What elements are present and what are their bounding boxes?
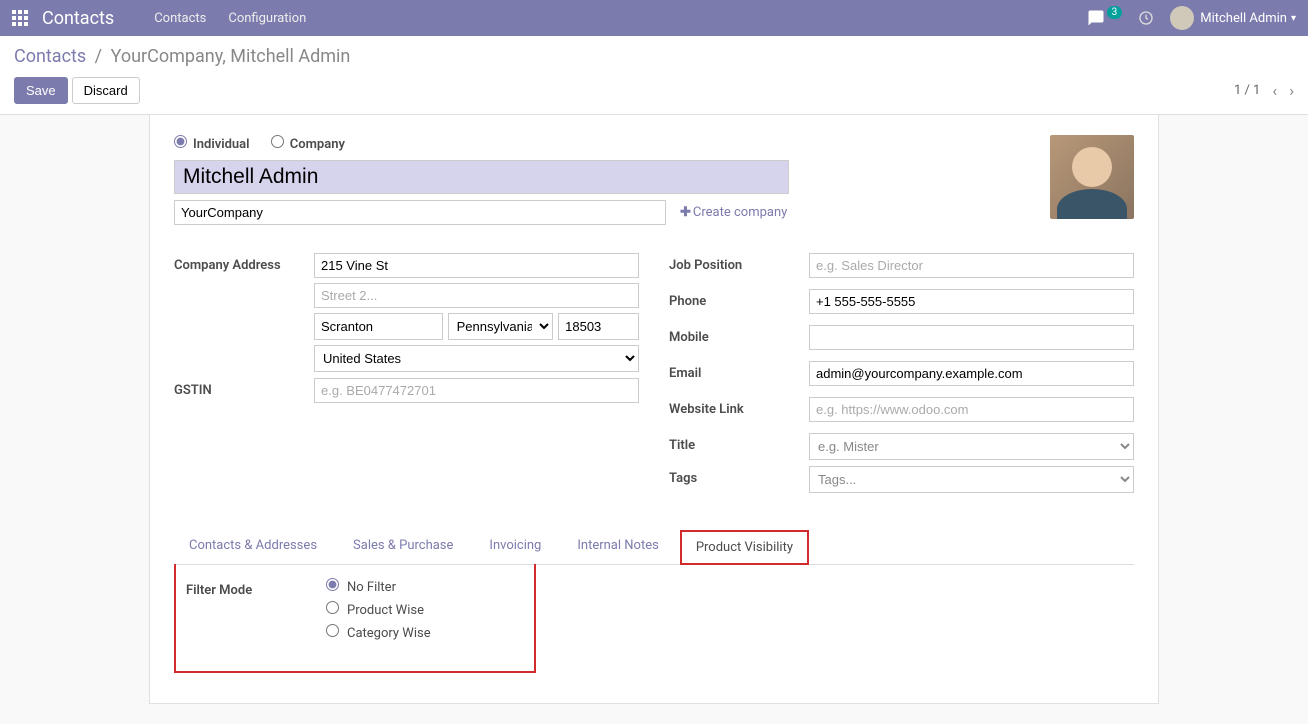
breadcrumb-root[interactable]: Contacts — [14, 46, 86, 67]
radio-company[interactable]: Company — [271, 137, 345, 152]
label-website: Website Link — [669, 397, 809, 417]
create-company-label: Create company — [693, 205, 787, 220]
messages-icon[interactable]: 3 — [1087, 9, 1123, 27]
pager: 1 / 1 ‹ › — [1234, 81, 1294, 100]
website-input[interactable] — [809, 397, 1134, 422]
tab-sales-purchase[interactable]: Sales & Purchase — [338, 529, 468, 564]
street2-input[interactable] — [314, 283, 639, 308]
contact-type-radios: Individual Company — [174, 135, 1030, 152]
email-input[interactable] — [809, 361, 1134, 386]
name-input[interactable] — [174, 160, 789, 194]
breadcrumb-current: YourCompany, Mitchell Admin — [111, 46, 351, 67]
label-job: Job Position — [669, 253, 809, 273]
nav-configuration[interactable]: Configuration — [228, 11, 306, 26]
title-select[interactable]: e.g. Mister — [809, 433, 1134, 460]
create-company-link[interactable]: ✚Create company — [680, 205, 787, 220]
nav-contacts[interactable]: Contacts — [154, 11, 206, 26]
tabs: Contacts & Addresses Sales & Purchase In… — [174, 529, 1134, 565]
mobile-input[interactable] — [809, 325, 1134, 350]
pager-prev[interactable]: ‹ — [1272, 81, 1277, 100]
save-button[interactable]: Save — [14, 77, 68, 104]
state-select[interactable]: Pennsylvania (US) — [448, 313, 554, 340]
topbar: Contacts Contacts Configuration 3 Mitche… — [0, 0, 1308, 36]
label-gstin: GSTIN — [174, 378, 314, 398]
radio-company-label: Company — [290, 137, 345, 152]
radio-individual[interactable]: Individual — [174, 137, 250, 152]
apps-icon[interactable] — [12, 10, 28, 26]
tab-invoicing[interactable]: Invoicing — [474, 529, 556, 564]
user-menu[interactable]: Mitchell Admin ▾ — [1170, 6, 1296, 30]
plus-icon: ✚ — [680, 205, 691, 220]
label-tags: Tags — [669, 466, 809, 486]
country-select[interactable]: United States — [314, 345, 639, 372]
pager-text: 1 / 1 — [1234, 83, 1260, 98]
phone-input[interactable] — [809, 289, 1134, 314]
activity-icon[interactable] — [1138, 10, 1154, 26]
contact-avatar[interactable] — [1050, 135, 1134, 219]
radio-category-wise-label: Category Wise — [347, 626, 431, 641]
discard-button[interactable]: Discard — [72, 77, 140, 104]
label-mobile: Mobile — [669, 325, 809, 345]
city-input[interactable] — [314, 313, 443, 340]
username: Mitchell Admin — [1200, 11, 1287, 26]
breadcrumb: Contacts / YourCompany, Mitchell Admin — [14, 46, 1294, 67]
job-input[interactable] — [809, 253, 1134, 278]
label-title: Title — [669, 433, 809, 453]
form-sheet: Individual Company ✚Create company Compa… — [149, 115, 1159, 704]
radio-no-filter-label: No Filter — [347, 580, 396, 595]
radio-product-wise[interactable]: Product Wise — [326, 601, 431, 618]
gstin-input[interactable] — [314, 378, 639, 403]
app-brand: Contacts — [42, 8, 114, 29]
label-email: Email — [669, 361, 809, 381]
breadcrumb-sep: / — [95, 46, 102, 67]
company-input[interactable] — [174, 200, 666, 225]
street-input[interactable] — [314, 253, 639, 278]
messages-badge: 3 — [1107, 6, 1123, 19]
label-phone: Phone — [669, 289, 809, 309]
tab-contacts-addresses[interactable]: Contacts & Addresses — [174, 529, 332, 564]
tab-internal-notes[interactable]: Internal Notes — [562, 529, 673, 564]
pager-next[interactable]: › — [1289, 81, 1294, 100]
label-company-address: Company Address — [174, 253, 314, 273]
tags-select[interactable]: Tags... — [809, 466, 1134, 493]
label-filter-mode: Filter Mode — [186, 578, 326, 598]
zip-input[interactable] — [558, 313, 639, 340]
radio-individual-label: Individual — [193, 137, 250, 152]
avatar-icon — [1170, 6, 1194, 30]
radio-category-wise[interactable]: Category Wise — [326, 624, 431, 641]
chevron-down-icon: ▾ — [1291, 13, 1296, 24]
tab-content-product-visibility: Filter Mode No Filter Product Wise Categ… — [174, 564, 536, 673]
tab-product-visibility[interactable]: Product Visibility — [680, 530, 809, 565]
radio-no-filter[interactable]: No Filter — [326, 578, 431, 595]
subheader: Contacts / YourCompany, Mitchell Admin S… — [0, 36, 1308, 115]
